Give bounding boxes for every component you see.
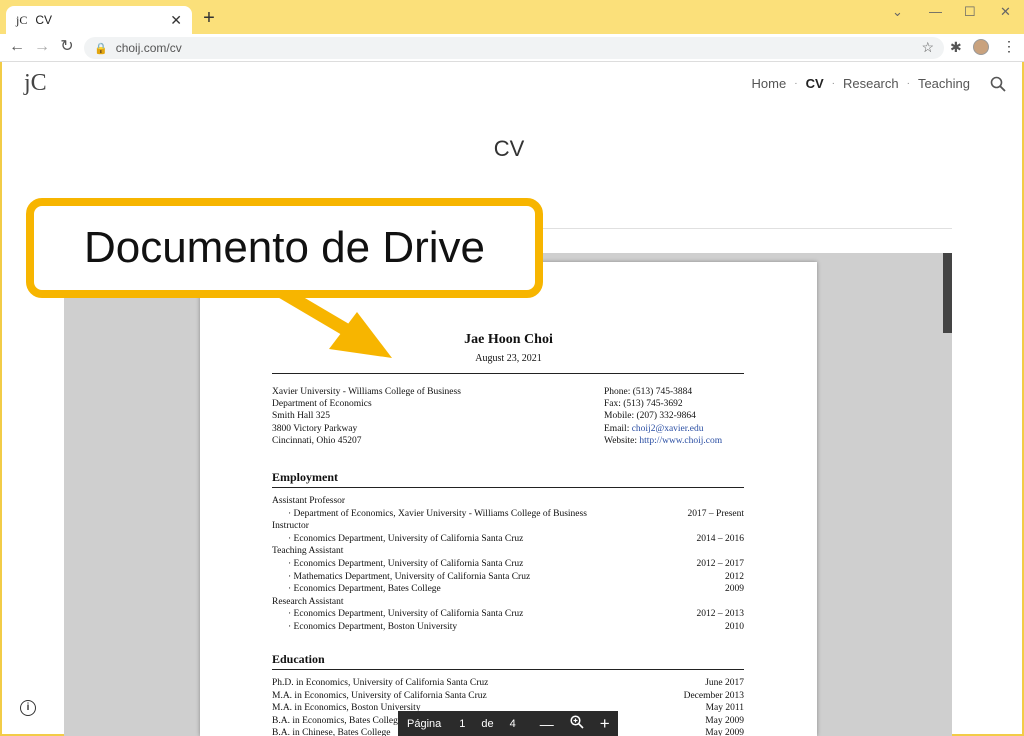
callout-box: Documento de Drive — [26, 198, 543, 298]
info-icon[interactable]: i — [20, 700, 36, 716]
callout-arrow — [266, 279, 392, 358]
